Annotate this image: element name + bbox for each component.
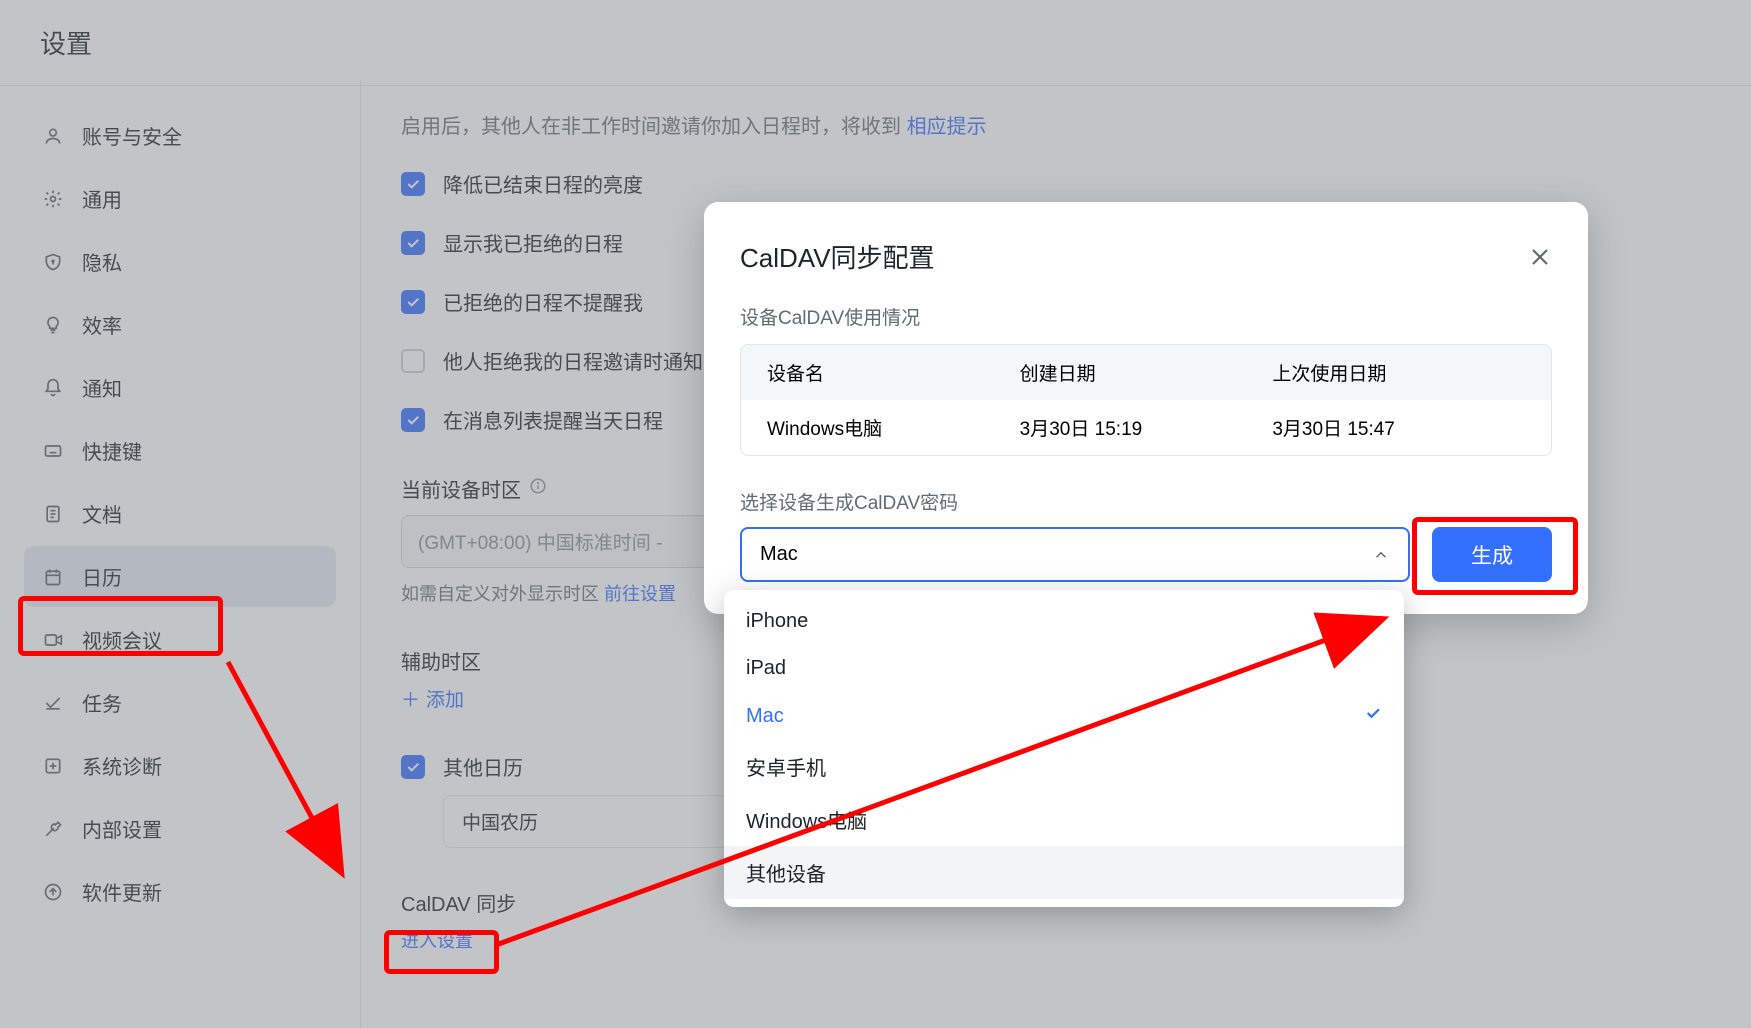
close-icon[interactable] <box>1528 245 1552 269</box>
device-select[interactable]: Mac <box>740 527 1410 582</box>
dropdown-option-label: iPad <box>746 657 786 680</box>
cell-device: Windows电脑 <box>767 414 1020 441</box>
caldav-modal: CalDAV同步配置 设备CalDAV使用情况 设备名 创建日期 上次使用日期 … <box>704 202 1588 614</box>
dropdown-option[interactable]: iPhone <box>724 598 1404 645</box>
dev-caption: 设备CalDAV使用情况 <box>740 303 1552 330</box>
dropdown-option[interactable]: Mac <box>724 692 1404 740</box>
chevron-up-icon <box>1372 546 1390 564</box>
dropdown-option[interactable]: Windows电脑 <box>724 793 1404 846</box>
device-select-value: Mac <box>760 543 798 566</box>
dropdown-option-label: iPhone <box>746 610 808 633</box>
col-created: 创建日期 <box>1020 359 1273 386</box>
cell-lastused: 3月30日 15:47 <box>1272 414 1525 441</box>
cell-created: 3月30日 15:19 <box>1020 414 1273 441</box>
generate-button[interactable]: 生成 <box>1432 527 1552 582</box>
dropdown-option[interactable]: 安卓手机 <box>724 740 1404 793</box>
modal-title: CalDAV同步配置 <box>740 238 935 275</box>
table-head: 设备名 创建日期 上次使用日期 <box>741 345 1551 400</box>
dropdown-option-label: Windows电脑 <box>746 805 867 834</box>
gen-caption: 选择设备生成CalDAV密码 <box>740 488 1552 515</box>
dropdown-option-label: Mac <box>746 705 784 728</box>
dropdown-option[interactable]: iPad <box>724 645 1404 692</box>
col-device: 设备名 <box>767 359 1020 386</box>
col-lastused: 上次使用日期 <box>1272 359 1525 386</box>
check-icon <box>1364 704 1382 728</box>
dropdown-option[interactable]: 其他设备 <box>724 846 1404 899</box>
device-dropdown: iPhone iPad Mac 安卓手机 Windows电脑其他设备 <box>724 590 1404 907</box>
dropdown-option-label: 安卓手机 <box>746 752 826 781</box>
dropdown-option-label: 其他设备 <box>746 858 826 887</box>
table-row: Windows电脑 3月30日 15:19 3月30日 15:47 <box>741 400 1551 455</box>
dev-table: 设备名 创建日期 上次使用日期 Windows电脑 3月30日 15:19 3月… <box>740 344 1552 456</box>
